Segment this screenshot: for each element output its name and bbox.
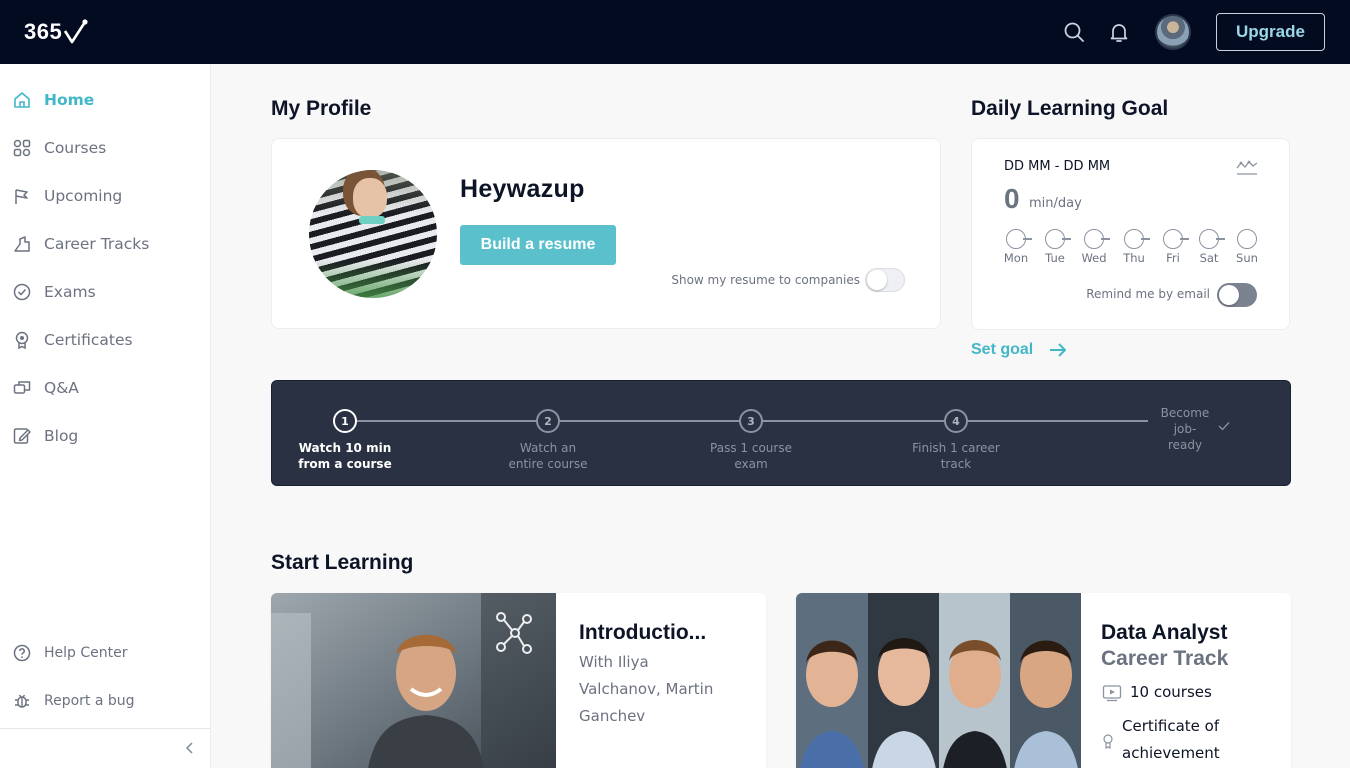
career-track-card[interactable]: Data Analyst Career Track 10 courses Cer…: [796, 593, 1291, 768]
set-goal-label: Set goal: [971, 341, 1034, 358]
user-avatar[interactable]: [1155, 14, 1191, 50]
edit-icon: [12, 426, 32, 446]
build-resume-button[interactable]: Build a resume: [460, 225, 616, 265]
search-icon[interactable]: [1062, 20, 1086, 44]
sidebar-item-help-center[interactable]: Help Center: [0, 635, 210, 671]
day-sun: Sun: [1230, 229, 1264, 265]
upgrade-button[interactable]: Upgrade: [1216, 13, 1325, 51]
sidebar-item-label: Exams: [44, 283, 96, 301]
step-4-marker: 4: [944, 409, 968, 433]
profile-name: Heywazup: [460, 175, 585, 203]
sidebar-item-exams[interactable]: Exams: [0, 272, 210, 312]
step-1-label: Watch 10 min from a course: [298, 441, 392, 471]
chart-icon[interactable]: [1236, 159, 1258, 181]
logo[interactable]: 365: [24, 14, 89, 50]
remind-email-toggle[interactable]: [1217, 283, 1257, 307]
sidebar-item-report-bug[interactable]: Report a bug: [0, 683, 210, 719]
check-circle-icon: [12, 282, 32, 302]
profile-photo[interactable]: [309, 170, 437, 298]
course-authors: With Iliya Valchanov, Martin Ganchev: [579, 653, 714, 725]
sidebar-item-courses[interactable]: Courses: [0, 128, 210, 168]
my-profile-heading: My Profile: [271, 97, 372, 120]
career-track-title: Data Analyst: [1101, 621, 1228, 644]
sidebar-item-label: Q&A: [44, 379, 79, 397]
sidebar-item-label: Certificates: [44, 331, 133, 349]
show-resume-label: Show my resume to companies: [671, 273, 860, 287]
sidebar-item-label: Courses: [44, 139, 107, 157]
logo-text: 365: [24, 19, 63, 44]
arrow-right-icon: [1050, 343, 1067, 357]
course-title: Introductio...: [579, 621, 707, 644]
sidebar-item-label: Career Tracks: [44, 235, 150, 253]
set-goal-link[interactable]: Set goal: [971, 341, 1067, 359]
career-track-course-count: 10 courses: [1130, 683, 1212, 701]
day-wed: Wed: [1077, 229, 1111, 265]
course-instructor-image: [271, 593, 556, 768]
step-2-marker: 2: [536, 409, 560, 433]
bell-icon[interactable]: [1107, 20, 1131, 44]
bug-icon: [12, 691, 32, 711]
goal-value: 0: [1004, 183, 1020, 214]
remind-email-label: Remind me by email: [1086, 287, 1210, 301]
video-icon: [1102, 685, 1122, 702]
sidebar-item-blog[interactable]: Blog: [0, 416, 210, 456]
goal-date-range: DD MM - DD MM: [1004, 159, 1111, 174]
top-bar: 365 Upgrade: [0, 0, 1350, 64]
career-progress-banner: 1 Watch 10 min from a course 2 Watch an en…: [271, 380, 1291, 486]
step-2-label: Watch an entire course: [508, 441, 588, 471]
final-step-label: Become job-ready: [1160, 406, 1210, 452]
start-learning-heading: Start Learning: [271, 551, 414, 574]
daily-goal-card: DD MM - DD MM 0 min/day Mon Tue Wed Thu …: [971, 138, 1290, 330]
sidebar-divider: [0, 728, 210, 729]
step-3-label: Pass 1 course exam: [710, 441, 792, 471]
goal-unit: min/day: [1029, 196, 1082, 211]
career-icon: [12, 234, 32, 254]
day-sat: Sat: [1192, 229, 1226, 265]
career-track-instructors-image: [796, 593, 1081, 768]
award-icon: [12, 330, 32, 350]
check-icon: [1218, 422, 1230, 431]
day-fri: Fri: [1156, 229, 1190, 265]
sidebar-item-upcoming[interactable]: Upcoming: [0, 176, 210, 216]
career-track-certificate: Certificate of achievement: [1122, 717, 1220, 762]
sidebar: Home Courses Upcoming Career Tracks Exam…: [0, 64, 211, 768]
logo-check-icon: [64, 19, 88, 44]
sidebar-item-home[interactable]: Home: [0, 80, 210, 120]
chat-icon: [12, 378, 32, 398]
flag-icon: [12, 186, 32, 206]
sidebar-item-qa[interactable]: Q&A: [0, 368, 210, 408]
day-mon: Mon: [999, 229, 1033, 265]
collapse-sidebar-chevron-icon[interactable]: [180, 738, 200, 758]
sidebar-item-label: Help Center: [44, 645, 128, 661]
help-icon: [12, 643, 32, 663]
sidebar-item-label: Report a bug: [44, 693, 135, 709]
sidebar-item-label: Home: [44, 91, 95, 109]
sidebar-item-label: Blog: [44, 427, 79, 445]
step-3-marker: 3: [739, 409, 763, 433]
step-4-label: Finish 1 career track: [912, 441, 1000, 471]
certificate-icon: [1103, 734, 1113, 749]
sidebar-item-certificates[interactable]: Certificates: [0, 320, 210, 360]
home-icon: [12, 90, 32, 110]
day-thu: Thu: [1117, 229, 1151, 265]
profile-card: Heywazup Build a resume Show my resume t…: [271, 138, 941, 329]
course-card[interactable]: Introductio... With Iliya Valchanov, Mar…: [271, 593, 766, 768]
daily-goal-heading: Daily Learning Goal: [971, 97, 1169, 120]
grid-icon: [12, 138, 32, 158]
show-resume-toggle[interactable]: [865, 268, 905, 292]
sidebar-item-label: Upcoming: [44, 187, 123, 205]
career-track-subtitle: Career Track: [1101, 647, 1229, 670]
sidebar-item-career-tracks[interactable]: Career Tracks: [0, 224, 210, 264]
day-tue: Tue: [1038, 229, 1072, 265]
step-1-marker: 1: [333, 409, 357, 433]
